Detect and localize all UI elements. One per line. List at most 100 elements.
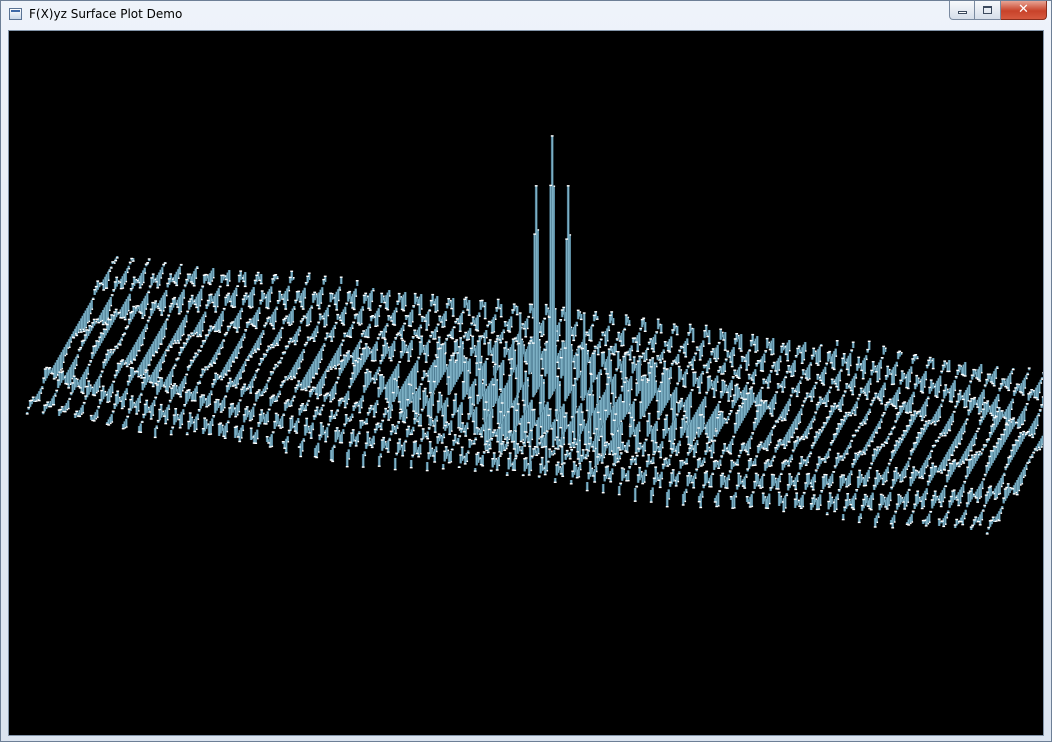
surface-bar-cap xyxy=(724,358,728,360)
surface-bar-cap xyxy=(187,334,191,336)
surface-bar-cap xyxy=(498,388,502,391)
surface-bar-cap xyxy=(841,357,845,359)
surface-bar-cap xyxy=(205,304,209,306)
surface-bar-cap xyxy=(913,410,917,412)
surface-bar-cap xyxy=(165,319,169,321)
surface-bar-cap xyxy=(271,278,275,280)
surface-bar-cap xyxy=(396,300,400,302)
surface-bar-highlight xyxy=(472,317,474,323)
surface-bar-cap xyxy=(130,257,134,260)
surface-plot-canvas[interactable] xyxy=(9,31,1043,735)
surface-bar-cap xyxy=(420,335,424,337)
surface-bar-cap xyxy=(948,400,952,403)
surface-bar-cap xyxy=(769,413,773,415)
surface-bar-highlight xyxy=(846,383,848,389)
surface-bar-highlight xyxy=(186,279,188,285)
surface-bar-cap xyxy=(446,334,450,337)
surface-bar-cap xyxy=(206,299,210,302)
surface-bar-cap xyxy=(714,360,718,362)
surface-bar-cap xyxy=(474,355,478,357)
surface-bar-cap xyxy=(447,298,451,300)
surface-bar-cap xyxy=(139,312,143,314)
surface-bar-cap xyxy=(833,402,837,405)
surface-bar-cap xyxy=(432,304,436,306)
surface-bar-cap xyxy=(729,361,733,363)
surface-bar-cap xyxy=(455,339,459,341)
surface-bar-cap xyxy=(790,375,794,377)
surface-bar-cap xyxy=(944,384,948,386)
surface-bar-cap xyxy=(478,335,482,337)
surface-bar-cap xyxy=(423,353,427,355)
surface-bar-cap xyxy=(82,330,86,333)
surface-bar-highlight xyxy=(942,365,944,371)
surface-bar-cap xyxy=(616,351,620,353)
surface-bar-cap xyxy=(942,389,946,392)
surface-bar-cap xyxy=(676,382,680,384)
surface-bar-highlight xyxy=(617,351,619,369)
surface-bar-cap xyxy=(527,342,531,345)
surface-bar-highlight xyxy=(727,351,729,358)
close-button[interactable]: ✕ xyxy=(1001,1,1047,20)
surface-bar-cap xyxy=(379,360,383,362)
surface-bar-highlight xyxy=(935,383,937,397)
surface-bar-cap xyxy=(821,402,825,404)
surface-bar-highlight xyxy=(912,359,914,364)
surface-bar-cap xyxy=(452,352,456,354)
surface-bar-cap xyxy=(815,403,819,406)
surface-bar-cap xyxy=(290,270,294,272)
surface-bar-cap xyxy=(806,379,810,381)
surface-bar-cap xyxy=(303,343,307,346)
surface-bar-cap xyxy=(232,326,236,329)
surface-bar-highlight xyxy=(289,277,291,284)
surface-bar-cap xyxy=(283,317,287,319)
surface-bar-cap xyxy=(859,387,863,389)
surface-plot-viewport[interactable] xyxy=(8,30,1044,736)
surface-bar-cap xyxy=(109,267,113,269)
surface-bar-cap xyxy=(339,319,343,322)
surface-bar-highlight xyxy=(699,345,701,360)
surface-bar-highlight xyxy=(788,365,790,371)
surface-bar-cap xyxy=(168,305,172,307)
surface-bar-cap xyxy=(1026,373,1030,376)
surface-bar-cap xyxy=(1027,367,1031,369)
surface-bar-highlight xyxy=(381,293,383,303)
app-window-icon[interactable] xyxy=(9,8,22,20)
surface-bar-highlight xyxy=(811,355,813,360)
surface-bar-cap xyxy=(986,400,990,402)
surface-bar-highlight xyxy=(500,304,502,317)
surface-bar-cap xyxy=(871,361,875,363)
surface-bar-highlight xyxy=(897,352,899,360)
surface-bar-cap xyxy=(305,324,309,327)
surface-bar-cap xyxy=(356,322,360,324)
surface-bar-cap xyxy=(503,347,507,349)
surface-bar-highlight xyxy=(430,300,432,307)
minimize-button[interactable] xyxy=(949,1,975,20)
surface-bar-highlight xyxy=(544,350,546,377)
surface-bar-cap xyxy=(490,354,494,356)
surface-bar-cap xyxy=(369,315,373,318)
surface-bar-cap xyxy=(1027,393,1031,395)
surface-bar-cap xyxy=(543,317,547,320)
surface-bar-cap xyxy=(831,367,835,369)
surface-bar-cap xyxy=(227,292,231,295)
surface-bar-cap xyxy=(707,342,711,345)
surface-bar-highlight xyxy=(610,346,612,352)
maximize-button[interactable] xyxy=(975,1,1001,20)
surface-bar-cap xyxy=(882,345,886,347)
surface-bar-cap xyxy=(749,339,753,342)
surface-bar-cap xyxy=(259,299,263,301)
surface-bar-cap xyxy=(1018,391,1022,393)
surface-bar-cap xyxy=(822,384,826,386)
surface-bar-cap xyxy=(1014,387,1018,389)
surface-bar-cap xyxy=(940,370,944,372)
surface-bar-cap xyxy=(266,317,270,319)
surface-bar-cap xyxy=(999,383,1003,385)
surface-bar-cap xyxy=(322,278,326,281)
surface-bar-highlight xyxy=(439,316,441,322)
surface-bar-cap xyxy=(1022,430,1026,433)
surface-bar-cap xyxy=(318,313,322,315)
surface-bar-cap xyxy=(306,275,310,277)
title-bar[interactable]: F(X)yz Surface Plot Demo ✕ xyxy=(1,1,1051,29)
surface-bar-cap xyxy=(847,411,851,414)
surface-bar-cap xyxy=(243,285,247,288)
